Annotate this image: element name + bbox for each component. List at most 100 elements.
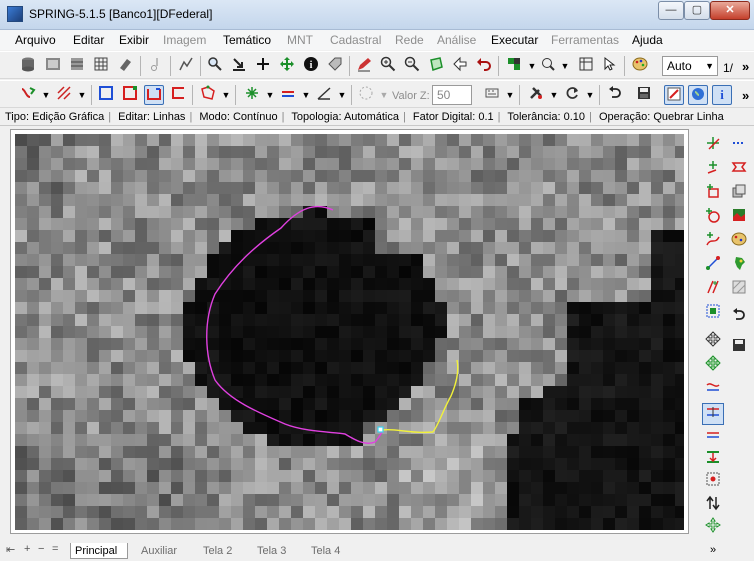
move-arrows-icon[interactable] xyxy=(702,331,724,353)
close-button[interactable]: ✕ xyxy=(710,1,750,20)
move-icon[interactable] xyxy=(277,56,297,76)
add-point-icon[interactable] xyxy=(253,56,273,76)
menu-imagem[interactable]: Imagem xyxy=(163,33,206,47)
menu-ajuda[interactable]: Ajuda xyxy=(632,33,663,47)
valor-z-input[interactable]: 50 xyxy=(432,85,472,105)
keyboard-icon[interactable] xyxy=(482,85,502,105)
eraser-icon[interactable] xyxy=(115,56,135,76)
menu-tematico[interactable]: Temático xyxy=(223,33,271,47)
double-slash-tool-icon[interactable] xyxy=(702,279,724,301)
break-line-tool-icon[interactable] xyxy=(702,403,724,425)
tab-remove-icon[interactable]: − xyxy=(38,543,44,555)
star-circle-tool-icon[interactable] xyxy=(702,207,724,229)
star-wave-tool-icon[interactable] xyxy=(702,231,724,253)
node-line-tool-icon[interactable] xyxy=(702,255,724,277)
raster-icon[interactable] xyxy=(504,56,524,76)
edit-mode-dropdown-icon[interactable]: ▼ xyxy=(36,85,56,105)
menu-rede[interactable]: Rede xyxy=(395,33,424,47)
angle-dropdown-icon[interactable]: ▼ xyxy=(332,85,352,105)
blue-square-icon[interactable] xyxy=(96,85,116,105)
menu-cadastral[interactable]: Cadastral xyxy=(330,33,381,47)
pencil-icon[interactable] xyxy=(354,56,374,76)
polygon-edit-icon[interactable] xyxy=(198,85,218,105)
zoom-in-icon[interactable] xyxy=(378,56,398,76)
tab-principal[interactable]: Principal xyxy=(70,543,128,559)
hatch-icon[interactable] xyxy=(54,85,74,105)
back-arrow-icon[interactable] xyxy=(450,56,470,76)
minimize-button[interactable]: — xyxy=(658,1,684,20)
split-line-dropdown-icon[interactable]: ▼ xyxy=(296,85,316,105)
hatched-square-icon[interactable] xyxy=(728,279,750,301)
cut-icon[interactable] xyxy=(147,56,167,76)
right-toolbar-overflow-icon[interactable]: » xyxy=(702,539,724,561)
toolbar1-overflow[interactable]: » xyxy=(742,59,749,74)
cursor-plus-icon[interactable] xyxy=(600,56,620,76)
star-node-dropdown-icon[interactable]: ▼ xyxy=(260,85,280,105)
grid-icon[interactable] xyxy=(91,56,111,76)
search-icon[interactable] xyxy=(205,56,225,76)
palette-tool-icon[interactable] xyxy=(728,231,750,253)
polygon-zoom-icon[interactable] xyxy=(426,56,446,76)
menu-arquivo[interactable]: Arquivo xyxy=(15,33,56,47)
tools-icon[interactable] xyxy=(526,85,546,105)
map-image-icon[interactable] xyxy=(728,207,750,229)
tab-add-icon[interactable]: + xyxy=(24,543,30,555)
grid-pattern-icon[interactable] xyxy=(702,303,724,325)
menu-mnt[interactable]: MNT xyxy=(287,33,313,47)
save-side-icon[interactable] xyxy=(728,337,750,359)
undo-curve-icon[interactable] xyxy=(605,85,625,105)
raster-image[interactable] xyxy=(15,134,684,530)
tools-dropdown-icon[interactable]: ▼ xyxy=(544,85,564,105)
join-line-icon[interactable] xyxy=(702,427,724,449)
undo-icon[interactable] xyxy=(474,56,494,76)
split-line-icon[interactable] xyxy=(278,85,298,105)
zoom-out-icon[interactable] xyxy=(402,56,422,76)
ribbon-tool-icon[interactable] xyxy=(728,159,750,181)
angle-icon[interactable] xyxy=(314,85,334,105)
tab-tela-3[interactable]: Tela 3 xyxy=(253,543,299,559)
keyboard-dropdown-icon[interactable]: ▼ xyxy=(500,85,520,105)
info-panel-icon[interactable]: i xyxy=(712,85,732,105)
star-line-tool-icon[interactable] xyxy=(702,135,724,157)
layers-icon[interactable] xyxy=(67,56,87,76)
map-canvas[interactable] xyxy=(15,134,684,530)
red-corner-icon[interactable] xyxy=(168,85,188,105)
copy-layers-icon[interactable] xyxy=(728,183,750,205)
menu-executar[interactable]: Executar xyxy=(491,33,538,47)
draw-mode-icon[interactable] xyxy=(664,85,684,105)
tab-auxiliar[interactable]: Auxiliar xyxy=(137,543,189,559)
tab-first-icon[interactable]: ⇤ xyxy=(6,543,15,556)
star-polygon-tool-icon[interactable] xyxy=(702,159,724,181)
save-icon[interactable] xyxy=(634,85,654,105)
polygon-edit-dropdown-icon[interactable]: ▼ xyxy=(216,85,236,105)
snap-grid-icon[interactable] xyxy=(702,471,724,493)
info-icon[interactable]: i xyxy=(301,56,321,76)
undo-side-icon[interactable] xyxy=(728,307,750,329)
star-node-icon[interactable] xyxy=(242,85,262,105)
toolbar2-overflow[interactable]: » xyxy=(742,88,749,103)
up-down-arrows-icon[interactable] xyxy=(702,495,724,517)
table-icon[interactable] xyxy=(576,56,596,76)
node-move-icon[interactable] xyxy=(702,517,724,539)
extend-line-icon[interactable] xyxy=(702,449,724,471)
dotted-line-tool-icon[interactable] xyxy=(728,135,750,157)
hatch-dropdown-icon[interactable]: ▼ xyxy=(72,85,92,105)
scale-dropdown-icon[interactable]: ▼ xyxy=(555,56,575,76)
select-arrow-icon[interactable] xyxy=(229,56,249,76)
tab-tela-2[interactable]: Tela 2 xyxy=(199,543,245,559)
menu-analise[interactable]: Análise xyxy=(437,33,476,47)
refresh-icon[interactable] xyxy=(562,85,582,105)
tag-icon[interactable] xyxy=(325,56,345,76)
maximize-button[interactable]: ▢ xyxy=(684,1,710,20)
menu-editar[interactable]: Editar xyxy=(73,33,104,47)
edit-mode-icon[interactable] xyxy=(18,85,38,105)
zoom-mode-select[interactable]: Auto ▼ xyxy=(662,56,718,76)
pan-icon[interactable] xyxy=(176,56,196,76)
star-square-tool-icon[interactable] xyxy=(702,183,724,205)
tab-tela-4[interactable]: Tela 4 xyxy=(307,543,355,559)
line-break-icon[interactable] xyxy=(144,85,164,105)
tab-menu-icon[interactable]: = xyxy=(52,543,58,555)
red-square-icon[interactable] xyxy=(120,85,140,105)
database-icon[interactable] xyxy=(18,56,38,76)
reshape-line-icon[interactable] xyxy=(702,379,724,401)
